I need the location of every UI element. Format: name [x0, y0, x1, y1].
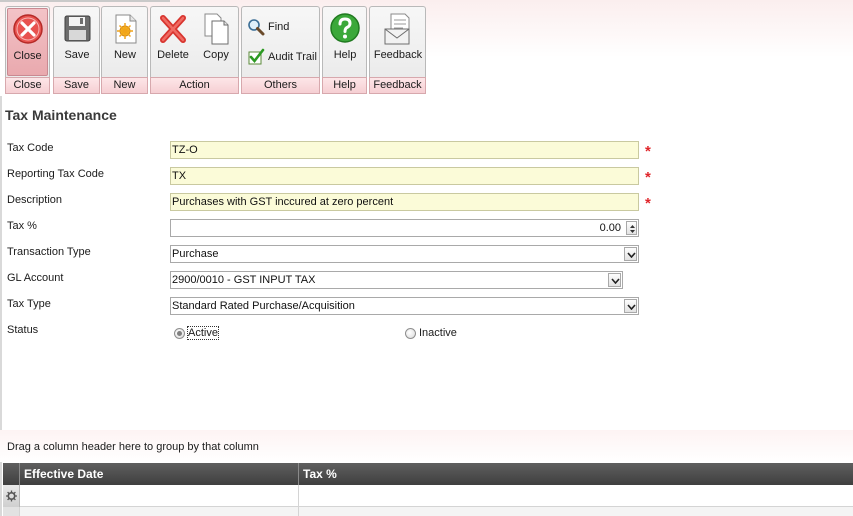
transaction-type-dropdown-button[interactable]	[624, 247, 637, 261]
floppy-disk-icon	[64, 15, 91, 42]
find-button-label: Find	[268, 21, 290, 33]
description-required-marker: *	[645, 195, 651, 212]
ribbon-group-close-body: Close	[5, 6, 50, 77]
ribbon-group-feedback-caption: Feedback	[369, 77, 426, 94]
copy-icon	[204, 13, 229, 45]
audit-trail-button[interactable]: Audit Trail	[243, 46, 318, 68]
gl-account-dropdown-button[interactable]	[608, 273, 621, 287]
help-button[interactable]: Help	[324, 8, 366, 76]
tax-percent-value: 0.00	[599, 222, 621, 234]
new-document-icon	[115, 14, 137, 44]
ribbon-group-action-caption: Action	[150, 77, 239, 94]
spin-arrows-icon	[630, 225, 635, 233]
delete-x-icon	[160, 15, 186, 43]
status-active-label[interactable]: Active	[187, 326, 219, 340]
tax-type-dropdown-button[interactable]	[624, 299, 637, 313]
reporting-tax-code-label: Reporting Tax Code	[7, 168, 105, 180]
description-label: Description	[7, 194, 63, 206]
ribbon-group-action-body: Delete Copy	[150, 6, 239, 77]
ribbon-group-help-caption: Help	[322, 77, 367, 94]
tax-type-label: Tax Type	[7, 298, 51, 310]
magnifier-icon	[248, 19, 265, 36]
chevron-down-icon	[627, 252, 636, 258]
gl-account-value: 2900/0010 - GST INPUT TAX	[172, 274, 316, 286]
grid-header-indicator	[3, 463, 20, 485]
tax-type-select[interactable]: Standard Rated Purchase/Acquisition	[170, 297, 639, 315]
find-button[interactable]: Find	[243, 16, 318, 38]
ribbon-group-others-caption: Others	[241, 77, 320, 94]
tax-type-value: Standard Rated Purchase/Acquisition	[172, 300, 355, 312]
save-button[interactable]: Save	[55, 8, 99, 76]
page-title: Tax Maintenance	[5, 107, 117, 123]
empty-row-effective-date-cell	[20, 507, 299, 516]
new-button-label: New	[113, 49, 136, 61]
status-inactive-label[interactable]: Inactive	[419, 327, 457, 339]
tax-code-label: Tax Code	[7, 142, 54, 154]
grid-new-row[interactable]	[3, 485, 853, 507]
tax-percent-label: Tax %	[7, 220, 37, 232]
description-field[interactable]: Purchases with GST inccured at zero perc…	[170, 193, 639, 211]
feedback-envelope-icon	[384, 13, 410, 45]
tax-code-field[interactable]: TZ-O	[170, 141, 639, 159]
chevron-down-icon	[627, 304, 636, 310]
new-row-tax-percent-cell[interactable]	[299, 485, 853, 507]
copy-button[interactable]: Copy	[195, 8, 237, 76]
reporting-tax-code-required-marker: *	[645, 169, 651, 186]
status-label: Status	[7, 324, 39, 336]
feedback-button-label: Feedback	[373, 49, 423, 61]
close-button-label: Close	[13, 50, 42, 62]
column-header-tax-percent[interactable]: Tax %	[299, 463, 853, 485]
reporting-tax-code-field[interactable]: TX	[170, 167, 639, 185]
ribbon-group-save-body: Save	[53, 6, 100, 77]
group-by-hint: Drag a column header here to group by th…	[7, 441, 259, 453]
transaction-type-select[interactable]: Purchase	[170, 245, 639, 263]
empty-row-indicator	[3, 507, 20, 516]
feedback-button[interactable]: Feedback	[371, 8, 425, 76]
status-inactive-radio[interactable]	[405, 328, 416, 339]
ribbon-group-close-caption: Close	[5, 77, 50, 94]
help-button-label: Help	[333, 49, 357, 61]
ribbon-group-new-caption: New	[101, 77, 148, 94]
tax-maintenance-window: Close Close Save Save New New Delete Cop…	[0, 0, 853, 516]
gl-account-label: GL Account	[7, 272, 64, 284]
new-row-indicator	[3, 485, 20, 507]
ribbon-group-feedback-body: Feedback	[369, 6, 426, 77]
tax-percent-spinner[interactable]	[626, 221, 637, 235]
gl-account-select[interactable]: 2900/0010 - GST INPUT TAX	[170, 271, 623, 289]
copy-button-label: Copy	[203, 49, 229, 61]
new-button[interactable]: New	[103, 8, 147, 76]
chevron-down-icon	[611, 278, 620, 284]
ribbon-tab-line	[0, 0, 170, 2]
checkbox-check-icon	[248, 48, 265, 65]
ribbon-group-others-body: Find Audit Trail	[241, 6, 320, 77]
grid-header: Effective Date Tax %	[3, 463, 853, 485]
new-row-gear-icon	[6, 490, 17, 502]
tax-code-required-marker: *	[645, 143, 651, 160]
audit-trail-button-label: Audit Trail	[268, 51, 317, 63]
delete-button-label: Delete	[157, 49, 189, 61]
save-button-label: Save	[64, 49, 90, 61]
close-circle-icon	[12, 14, 43, 44]
status-active-radio[interactable]	[174, 328, 185, 339]
grid-body-empty	[3, 507, 853, 516]
delete-button[interactable]: Delete	[152, 8, 194, 76]
transaction-type-label: Transaction Type	[7, 246, 91, 258]
ribbon-group-new-body: New	[101, 6, 148, 77]
ribbon-group-save-caption: Save	[53, 77, 100, 94]
new-row-effective-date-cell[interactable]	[20, 485, 299, 507]
ribbon-group-help-body: Help	[322, 6, 367, 77]
transaction-type-value: Purchase	[172, 248, 219, 260]
help-question-icon	[330, 13, 360, 43]
column-header-effective-date[interactable]: Effective Date	[20, 463, 299, 485]
tax-percent-field[interactable]: 0.00	[170, 219, 639, 237]
close-button[interactable]: Close	[7, 8, 48, 76]
ribbon-toolbar: Close Close Save Save New New Delete Cop…	[0, 0, 853, 96]
